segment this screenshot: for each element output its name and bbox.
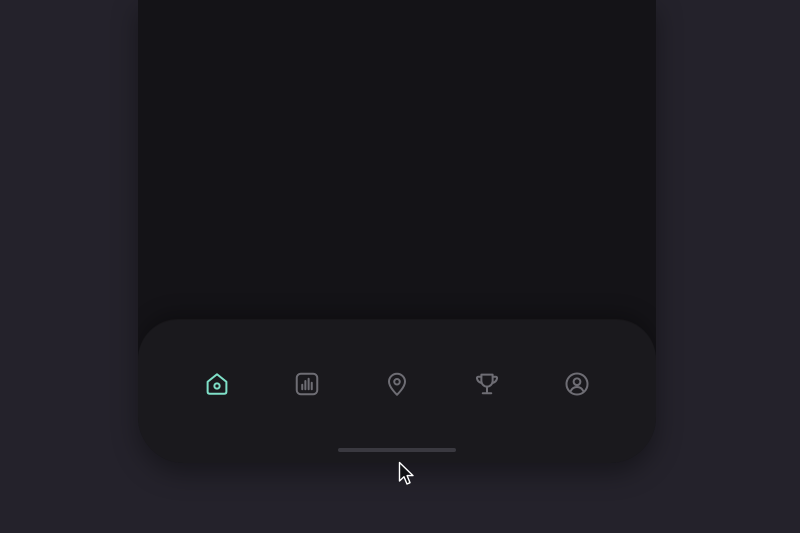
tab-home[interactable] [197, 364, 237, 404]
tab-achievements[interactable] [467, 364, 507, 404]
tab-map[interactable] [377, 364, 417, 404]
phone-frame [138, 0, 656, 463]
user-circle-icon [565, 372, 589, 396]
bar-chart-icon [295, 372, 319, 396]
map-pin-icon [388, 372, 406, 396]
home-icon [206, 373, 228, 395]
trophy-icon [475, 373, 499, 395]
tab-statistics[interactable] [287, 364, 327, 404]
bottom-tab-bar [138, 320, 656, 463]
tab-profile[interactable] [557, 364, 597, 404]
home-indicator-bar[interactable] [338, 448, 456, 452]
desktop-background [0, 0, 800, 533]
screen-content-area [138, 0, 656, 320]
arrow-cursor-icon [398, 461, 414, 485]
